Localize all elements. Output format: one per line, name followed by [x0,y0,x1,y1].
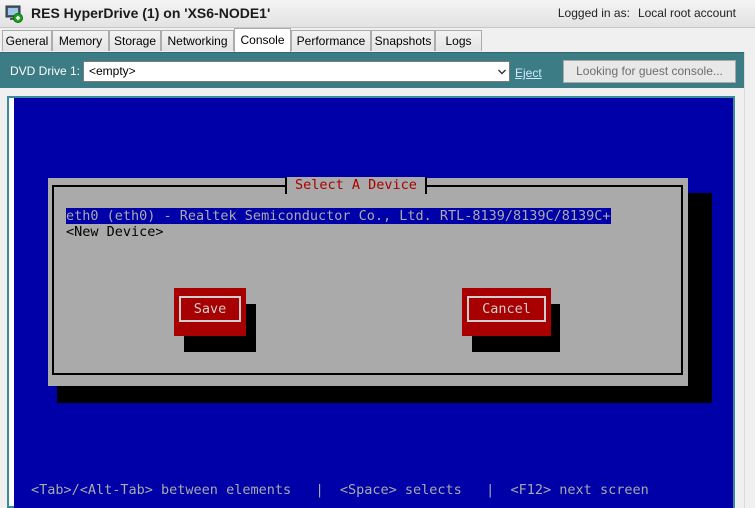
vm-console-screen[interactable]: Select A Device eth0 (eth0) - Realtek Se… [14,98,733,508]
console-status-line: <Tab>/<Alt-Tab> between elements | <Spac… [31,482,649,498]
vm-running-icon [5,5,23,23]
chevron-down-icon [498,69,506,75]
dvd-drive-label: DVD Drive 1: [10,64,81,78]
login-label: Logged in as: [557,6,630,20]
tab-performance[interactable]: Performance [291,30,371,51]
device-item-eth0[interactable]: eth0 (eth0) - Realtek Semiconductor Co.,… [66,208,611,224]
tab-memory[interactable]: Memory [52,30,109,51]
window-title: RES HyperDrive (1) on 'XS6-NODE1' [31,5,271,21]
console-toolbar: DVD Drive 1: <empty> Eject Looking for g… [0,52,744,88]
login-user: Local root account [637,6,736,20]
login-status: Logged in as: Local root account [558,6,736,20]
cancel-button-label: Cancel [467,296,546,322]
tab-networking[interactable]: Networking [161,30,234,51]
tab-console[interactable]: Console [234,28,291,52]
dialog-title: Select A Device [285,177,427,194]
cancel-button[interactable]: Cancel [462,288,551,336]
select-device-dialog: Select A Device eth0 (eth0) - Realtek Se… [48,177,688,386]
save-button[interactable]: Save [174,288,246,336]
tab-general[interactable]: General [2,30,52,51]
tab-strip: General Memory Storage Networking Consol… [0,28,755,52]
eject-link[interactable]: Eject [515,66,542,80]
tab-snapshots[interactable]: Snapshots [371,30,435,51]
right-edge-panel [744,52,755,508]
device-item-new[interactable]: <New Device> [66,224,164,240]
dvd-drive-select[interactable]: <empty> [83,61,510,82]
tab-logs[interactable]: Logs [435,30,482,51]
save-button-label: Save [179,296,241,322]
guest-console-button[interactable]: Looking for guest console... [563,60,736,83]
tab-storage[interactable]: Storage [109,30,161,51]
dvd-drive-value: <empty> [89,64,136,78]
window-title-bar: RES HyperDrive (1) on 'XS6-NODE1' Logged… [0,0,755,28]
